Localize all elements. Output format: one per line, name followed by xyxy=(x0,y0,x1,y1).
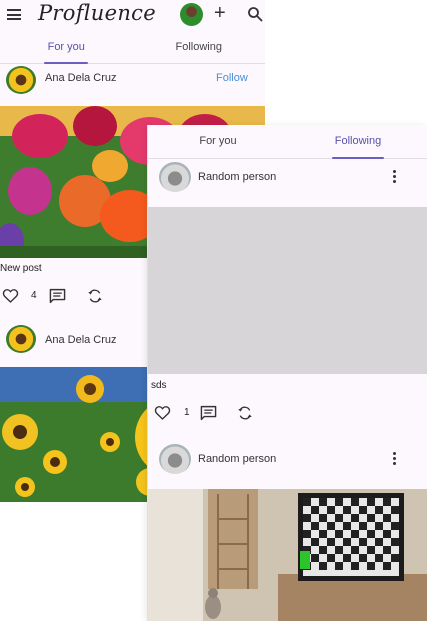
screen-following: For you Following Random person sds 1 Ra… xyxy=(147,125,427,621)
post-author[interactable]: Ana Dela Cruz xyxy=(45,334,117,346)
tab-for-you[interactable]: For you xyxy=(0,36,133,64)
comment-icon[interactable] xyxy=(49,288,66,304)
tab-label: Following xyxy=(334,135,382,147)
comment-icon[interactable] xyxy=(200,405,217,421)
author-avatar[interactable] xyxy=(6,66,36,94)
search-icon[interactable] xyxy=(247,6,263,22)
menu-icon[interactable] xyxy=(7,9,21,20)
like-count: 1 xyxy=(184,407,190,418)
heart-icon[interactable] xyxy=(2,288,19,303)
tab-for-you[interactable]: For you xyxy=(148,125,288,158)
post-author[interactable]: Random person xyxy=(198,171,276,183)
app-bar: Profluence + xyxy=(0,0,265,30)
post-header: Random person xyxy=(148,162,427,192)
post-actions: 1 xyxy=(148,404,288,424)
author-avatar[interactable] xyxy=(159,444,191,474)
post-caption: sds xyxy=(151,380,167,391)
post-header: Random person xyxy=(148,444,427,474)
user-avatar[interactable] xyxy=(180,3,203,26)
tab-indicator xyxy=(332,157,384,159)
feed-tabs: For you Following xyxy=(0,36,265,64)
post-caption: New post xyxy=(0,263,42,274)
add-icon[interactable]: + xyxy=(214,3,226,23)
repost-icon[interactable] xyxy=(237,405,253,421)
post-header: Ana Dela Cruz Follow xyxy=(0,64,265,94)
post-image[interactable] xyxy=(148,489,427,621)
app-title: Profluence xyxy=(38,1,156,25)
more-vert-icon[interactable] xyxy=(393,170,397,184)
author-avatar[interactable] xyxy=(6,325,36,353)
post-author[interactable]: Ana Dela Cruz xyxy=(45,72,117,84)
follow-button[interactable]: Follow xyxy=(216,72,248,84)
tab-label: Following xyxy=(175,41,222,53)
post-image[interactable] xyxy=(148,207,427,374)
repost-icon[interactable] xyxy=(87,288,103,304)
tab-label: For you xyxy=(199,135,237,147)
tab-following[interactable]: Following xyxy=(133,36,266,63)
tab-label: For you xyxy=(47,41,85,53)
more-vert-icon[interactable] xyxy=(393,452,397,466)
feed-tabs: For you Following xyxy=(148,125,427,159)
heart-icon[interactable] xyxy=(154,405,171,420)
author-avatar[interactable] xyxy=(159,162,191,192)
like-count: 4 xyxy=(31,290,37,301)
post-actions: 4 xyxy=(0,287,140,307)
post-author[interactable]: Random person xyxy=(198,453,276,465)
tab-following[interactable]: Following xyxy=(288,125,427,159)
